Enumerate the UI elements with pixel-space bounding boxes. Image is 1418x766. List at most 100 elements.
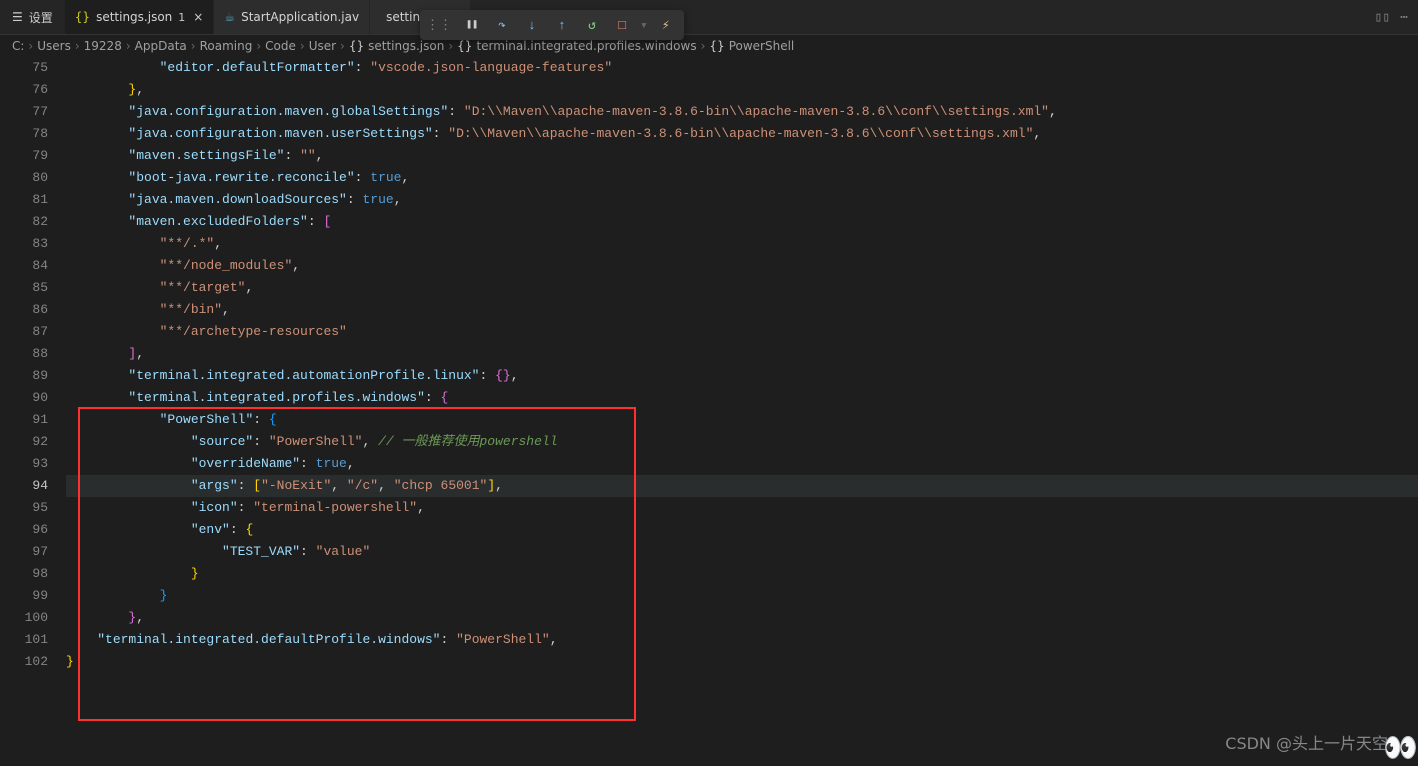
step-into-button[interactable]: ↓ — [520, 13, 544, 37]
chevron-right-icon: › — [191, 39, 196, 53]
tab-settings[interactable]: ☰ 设置 — [0, 0, 65, 34]
breadcrumb-segment[interactable]: 19228 — [84, 39, 122, 53]
line-gutter: 7576777879808182838485868788899091929394… — [0, 57, 66, 673]
corner-decoration: 👀 — [1383, 731, 1418, 766]
line-number: 98 — [0, 563, 48, 585]
breadcrumb-segment[interactable]: terminal.integrated.profiles.windows — [476, 39, 696, 53]
tab-settings-label: 设置 — [29, 9, 53, 26]
code-line[interactable]: "TEST_VAR": "value" — [66, 541, 1418, 563]
line-number: 81 — [0, 189, 48, 211]
line-number: 82 — [0, 211, 48, 233]
code-line[interactable]: "icon": "terminal-powershell", — [66, 497, 1418, 519]
code-line[interactable]: "maven.excludedFolders": [ — [66, 211, 1418, 233]
line-number: 102 — [0, 651, 48, 673]
code-line[interactable]: "source": "PowerShell", // 一般推荐使用powersh… — [66, 431, 1418, 453]
braces-icon: {} — [457, 39, 472, 53]
breadcrumb-segment[interactable]: User — [309, 39, 336, 53]
line-number: 75 — [0, 57, 48, 79]
line-number: 92 — [0, 431, 48, 453]
tab-file[interactable]: {}settings.json1× — [65, 0, 215, 34]
code-line[interactable]: ], — [66, 343, 1418, 365]
step-out-button[interactable]: ↑ — [550, 13, 574, 37]
line-number: 84 — [0, 255, 48, 277]
line-number: 83 — [0, 233, 48, 255]
line-number: 96 — [0, 519, 48, 541]
code-line[interactable]: "**/target", — [66, 277, 1418, 299]
code-line[interactable]: }, — [66, 607, 1418, 629]
code-line[interactable]: } — [66, 563, 1418, 585]
code-line[interactable]: "args": ["-NoExit", "/c", "chcp 65001"], — [66, 475, 1418, 497]
line-number: 99 — [0, 585, 48, 607]
line-number: 101 — [0, 629, 48, 651]
restart-button[interactable]: ↺ — [580, 13, 604, 37]
tabs-bar: ☰ 设置 {}settings.json1× ☕ StartApplication.… — [0, 0, 1418, 35]
line-number: 85 — [0, 277, 48, 299]
line-number: 80 — [0, 167, 48, 189]
hot-reload-button[interactable]: ⚡ — [654, 13, 678, 37]
breadcrumb-segment[interactable]: settings.json — [368, 39, 444, 53]
stop-button[interactable]: □ — [610, 13, 634, 37]
breadcrumb-segment[interactable]: AppData — [135, 39, 187, 53]
line-number: 89 — [0, 365, 48, 387]
line-number: 93 — [0, 453, 48, 475]
code-line[interactable]: "overrideName": true, — [66, 453, 1418, 475]
chevron-right-icon: › — [126, 39, 131, 53]
file-icon: ☕ — [224, 10, 235, 24]
tabs-container: {}settings.json1×☕StartApplication.javse… — [65, 0, 471, 34]
line-number: 88 — [0, 343, 48, 365]
code-line[interactable]: "java.configuration.maven.userSettings":… — [66, 123, 1418, 145]
editor[interactable]: 7576777879808182838485868788899091929394… — [0, 57, 1418, 673]
code-line[interactable]: "**/.*", — [66, 233, 1418, 255]
split-editor-icon[interactable]: ▯▯ — [1375, 10, 1391, 25]
code-line[interactable]: }, — [66, 79, 1418, 101]
code-line[interactable]: "terminal.integrated.profiles.windows": … — [66, 387, 1418, 409]
code-line[interactable]: "**/node_modules", — [66, 255, 1418, 277]
line-number: 94 — [0, 475, 48, 497]
debug-toolbar[interactable]: ⋮⋮ ❚❚ ↷ ↓ ↑ ↺ □ ▾ ⚡ — [420, 10, 684, 40]
breadcrumb[interactable]: C:›Users›19228›AppData›Roaming›Code›User… — [0, 35, 1418, 57]
watermark: CSDN @头上一片天空 — [1225, 730, 1388, 754]
line-number: 91 — [0, 409, 48, 431]
line-number: 79 — [0, 145, 48, 167]
line-number: 76 — [0, 79, 48, 101]
chevron-right-icon: › — [448, 39, 453, 53]
tab-label: StartApplication.jav — [241, 10, 359, 24]
close-icon[interactable]: × — [193, 10, 203, 24]
braces-icon: {} — [709, 39, 724, 53]
code-line[interactable]: "boot-java.rewrite.reconcile": true, — [66, 167, 1418, 189]
breadcrumb-segment[interactable]: Users — [37, 39, 71, 53]
line-number: 97 — [0, 541, 48, 563]
tab-file[interactable]: ☕ StartApplication.jav — [214, 0, 370, 34]
more-icon[interactable]: ⋯ — [1400, 10, 1408, 25]
file-icon: {} — [75, 10, 90, 24]
code-line[interactable]: "**/archetype-resources" — [66, 321, 1418, 343]
code-line[interactable]: "terminal.integrated.defaultProfile.wind… — [66, 629, 1418, 651]
step-over-button[interactable]: ↷ — [490, 13, 514, 37]
editor-actions: ▯▯ ⋯ — [1365, 10, 1418, 25]
chevron-right-icon: › — [28, 39, 33, 53]
drag-handle-icon[interactable]: ⋮⋮ — [426, 18, 452, 33]
line-number: 78 — [0, 123, 48, 145]
code-line[interactable]: "env": { — [66, 519, 1418, 541]
code-line[interactable]: } — [66, 651, 1418, 673]
code-line[interactable]: "editor.defaultFormatter": "vscode.json-… — [66, 57, 1418, 79]
code-line[interactable]: "PowerShell": { — [66, 409, 1418, 431]
line-number: 86 — [0, 299, 48, 321]
code-line[interactable]: "terminal.integrated.automationProfile.l… — [66, 365, 1418, 387]
code-line[interactable]: "java.maven.downloadSources": true, — [66, 189, 1418, 211]
line-number: 100 — [0, 607, 48, 629]
line-number: 95 — [0, 497, 48, 519]
line-number: 90 — [0, 387, 48, 409]
chevron-right-icon: › — [300, 39, 305, 53]
code-content[interactable]: "editor.defaultFormatter": "vscode.json-… — [66, 57, 1418, 673]
code-line[interactable]: "java.configuration.maven.globalSettings… — [66, 101, 1418, 123]
breadcrumb-segment[interactable]: Roaming — [200, 39, 253, 53]
braces-icon: {} — [349, 39, 364, 53]
breadcrumb-segment[interactable]: C: — [12, 39, 24, 53]
pause-button[interactable]: ❚❚ — [460, 13, 484, 37]
code-line[interactable]: } — [66, 585, 1418, 607]
code-line[interactable]: "**/bin", — [66, 299, 1418, 321]
code-line[interactable]: "maven.settingsFile": "", — [66, 145, 1418, 167]
breadcrumb-segment[interactable]: Code — [265, 39, 296, 53]
breadcrumb-segment[interactable]: PowerShell — [729, 39, 795, 53]
